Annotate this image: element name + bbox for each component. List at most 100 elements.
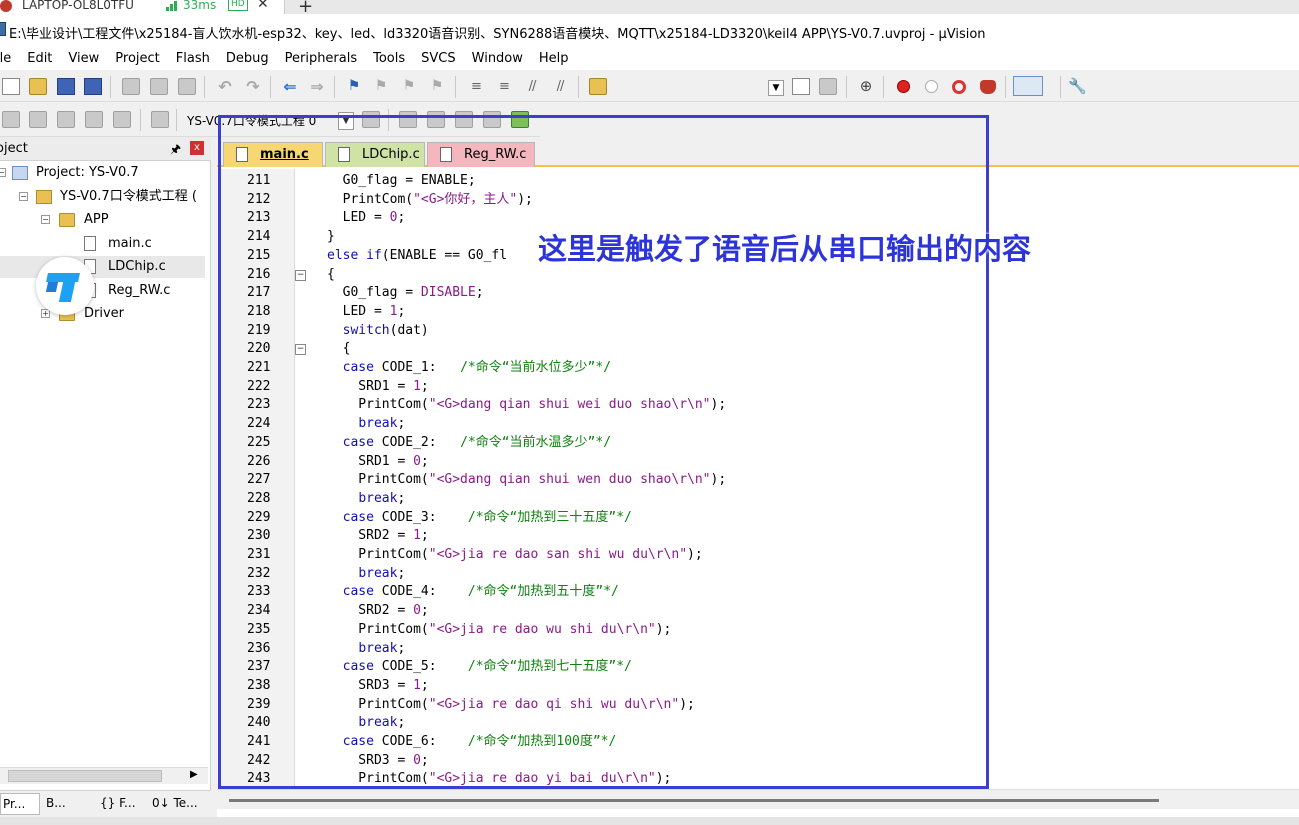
close-session-icon[interactable]: ✕	[257, 0, 269, 12]
new-file-icon[interactable]	[2, 78, 20, 95]
toolbar-separator	[846, 76, 847, 98]
toolbar-separator	[270, 76, 271, 98]
file-icon	[84, 236, 96, 251]
remote-session-bar: LAPTOP-OL8L0TFU 33ms HD ✕ +	[0, 0, 1299, 14]
tab-project[interactable]: Pr...	[0, 793, 40, 815]
menu-bar: ile Edit View Project Flash Debug Periph…	[0, 46, 1299, 70]
tree-item-label: Reg_RW.c	[108, 283, 171, 298]
collapse-icon[interactable]: −	[0, 168, 6, 177]
paste-icon[interactable]	[178, 78, 196, 95]
scroll-right-icon[interactable]: ▶	[190, 769, 198, 780]
redo-icon[interactable]: ↷	[244, 78, 262, 95]
computer-icon	[0, 0, 12, 12]
toolbar-separator	[883, 76, 884, 98]
signal-strength-icon	[166, 1, 178, 11]
scrollbar-thumb[interactable]	[8, 770, 162, 782]
tree-item-label: Driver	[84, 306, 125, 321]
disable-all-breakpoints-icon[interactable]	[952, 80, 966, 94]
pin-icon[interactable]: 🖈	[170, 140, 181, 161]
toolbar-separator	[334, 76, 335, 98]
window-title-bar: E:\毕业设计\工程文件\x25184-盲人饮水机-esp32、key、led、…	[0, 14, 1299, 46]
cut-icon[interactable]	[122, 78, 140, 95]
remote-app-logo-icon[interactable]	[36, 257, 94, 315]
tree-item-label: LDChip.c	[108, 259, 166, 274]
batch-build-icon[interactable]	[85, 111, 103, 128]
tree-item-label: Project: YS-V0.7	[36, 165, 139, 180]
status-bar	[0, 817, 1299, 825]
editor-horizontal-scrollbar[interactable]	[217, 789, 1299, 809]
find-dropdown-arrow[interactable]: ▼	[768, 80, 784, 96]
target-icon	[36, 190, 52, 204]
navigate-forward-icon[interactable]: ⇒	[308, 78, 326, 95]
unindent-icon[interactable]: ≡	[495, 78, 513, 95]
incremental-find-icon[interactable]	[819, 78, 837, 95]
menu-svcs[interactable]: SVCS	[413, 51, 463, 66]
undo-icon[interactable]: ↶	[216, 78, 234, 95]
tree-item-file-ldchip[interactable]: LDChip.c	[0, 256, 205, 278]
uncomment-icon[interactable]: //	[551, 78, 569, 95]
tab-functions[interactable]: {} F...	[98, 793, 144, 815]
close-panel-button[interactable]: x	[190, 141, 204, 155]
quality-badge: HD	[228, 0, 248, 11]
open-folder-icon[interactable]	[29, 78, 47, 95]
debug-session-icon[interactable]: ⊕	[857, 78, 875, 95]
kill-all-breakpoints-icon[interactable]	[980, 80, 996, 94]
window-layout-icon[interactable]	[1013, 76, 1043, 96]
remote-session-tab[interactable]: LAPTOP-OL8L0TFU 33ms HD ✕	[0, 0, 285, 14]
latency-readout: 33ms	[183, 0, 217, 12]
new-session-button[interactable]: +	[298, 0, 313, 14]
toolbar-separator	[1060, 76, 1061, 98]
toolbar-separator	[1005, 76, 1006, 98]
tree-item-label: YS-V0.7口令模式工程 (	[60, 189, 197, 204]
collapse-icon[interactable]: −	[19, 192, 28, 201]
scrollbar-thumb[interactable]	[229, 799, 1159, 802]
tab-books[interactable]: B...	[44, 793, 92, 815]
bookmark-icon[interactable]: ⚑	[345, 78, 363, 95]
build-icon[interactable]	[29, 111, 47, 128]
configure-icon[interactable]: 🔧	[1068, 78, 1087, 95]
tab-templates[interactable]: 0↓ Te...	[150, 793, 206, 815]
window-title: E:\毕业设计\工程文件\x25184-盲人饮水机-esp32、key、led、…	[9, 27, 986, 42]
save-icon[interactable]	[57, 78, 75, 95]
collapse-icon[interactable]: −	[41, 215, 50, 224]
annotation-highlight-box	[218, 115, 989, 789]
download-load-icon[interactable]	[151, 111, 169, 128]
tree-item-label: main.c	[108, 236, 152, 251]
comment-icon[interactable]: //	[523, 78, 541, 95]
navigate-back-icon[interactable]: ⇐	[281, 78, 299, 95]
remote-host-name: LAPTOP-OL8L0TFU	[22, 0, 134, 12]
file-toolbar: ↶ ↷ ⇐ ⇒ ⚑ ⚑ ⚑ ⚑ ≡ ≡ // // ▼ ⊕ 🔧	[0, 70, 1299, 102]
menu-view[interactable]: View	[60, 51, 107, 66]
toolbar-separator	[140, 109, 141, 131]
toolbar-separator	[578, 76, 579, 98]
find-icon[interactable]	[792, 78, 810, 95]
menu-help[interactable]: Help	[531, 51, 577, 66]
menu-peripherals[interactable]: Peripherals	[277, 51, 366, 66]
menu-tools[interactable]: Tools	[365, 51, 413, 66]
menu-window[interactable]: Window	[464, 51, 531, 66]
toolbar-separator	[204, 76, 205, 98]
save-all-icon[interactable]	[84, 78, 102, 95]
indent-icon[interactable]: ≡	[467, 78, 485, 95]
menu-project[interactable]: Project	[107, 51, 167, 66]
project-horizontal-scrollbar[interactable]: ▶	[0, 767, 208, 784]
menu-file[interactable]: ile	[0, 51, 19, 66]
toolbar-separator	[455, 76, 456, 98]
find-in-files-icon[interactable]	[589, 78, 607, 95]
menu-flash[interactable]: Flash	[168, 51, 218, 66]
next-bookmark-icon[interactable]: ⚑	[400, 78, 418, 95]
menu-debug[interactable]: Debug	[218, 51, 277, 66]
previous-bookmark-icon[interactable]: ⚑	[372, 78, 390, 95]
clear-bookmarks-icon[interactable]: ⚑	[428, 78, 446, 95]
menu-edit[interactable]: Edit	[19, 51, 60, 66]
stop-build-icon[interactable]	[113, 111, 131, 128]
rebuild-icon[interactable]	[57, 111, 75, 128]
translate-icon[interactable]	[2, 111, 20, 128]
copy-icon[interactable]	[150, 78, 168, 95]
project-panel-header: oject 🖈 x	[0, 137, 211, 161]
enable-breakpoint-icon[interactable]	[925, 80, 938, 93]
insert-breakpoint-icon[interactable]	[897, 80, 910, 93]
project-icon	[12, 166, 28, 180]
tree-item-label: APP	[84, 212, 109, 227]
project-panel: oject 🖈 x − Project: YS-V0.7 − YS-V0.7口令…	[0, 137, 211, 817]
